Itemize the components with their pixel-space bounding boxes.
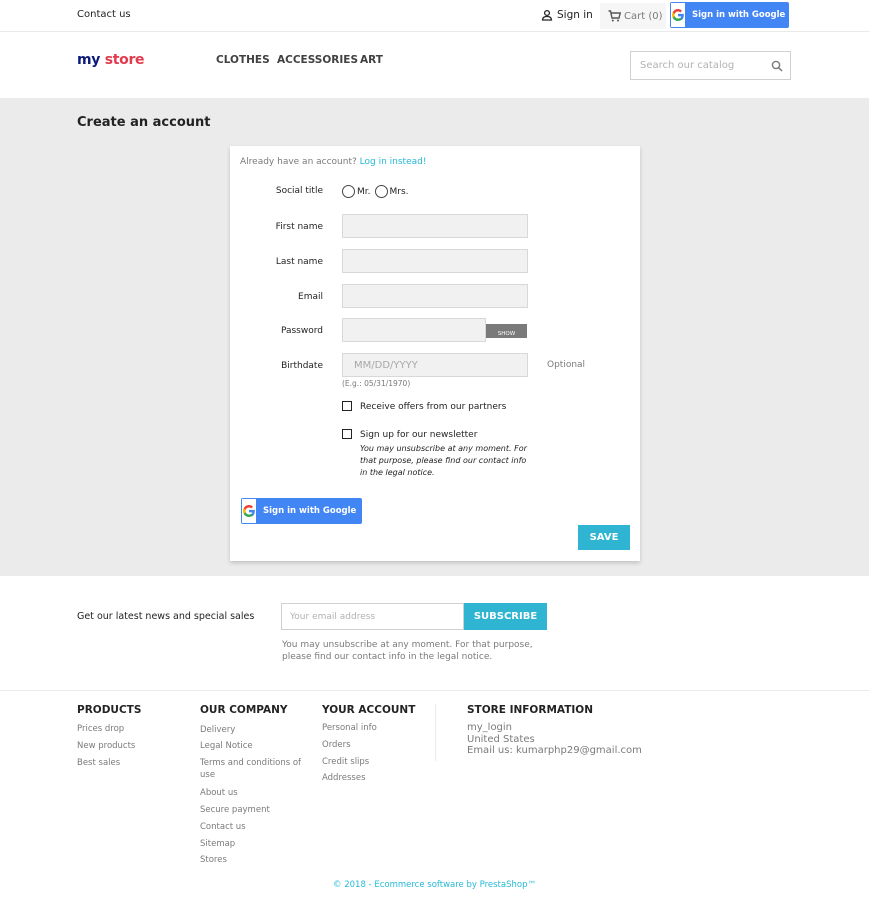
store-info-email: Email us: kumarphp29@gmail.com bbox=[467, 745, 642, 756]
google-signin-label: Sign in with Google bbox=[692, 10, 786, 20]
offers-label: Receive offers from our partners bbox=[360, 402, 507, 412]
cart-icon bbox=[608, 10, 621, 22]
footer-link-credit-slips[interactable]: Credit slips bbox=[322, 757, 369, 767]
footer-link-terms[interactable]: Terms and conditions of use bbox=[200, 758, 308, 781]
footer-link-secure-payment[interactable]: Secure payment bbox=[200, 805, 270, 815]
nav-clothes[interactable]: CLOTHES bbox=[216, 54, 270, 66]
radio-mrs[interactable] bbox=[374, 185, 388, 198]
cart-label: Cart (0) bbox=[624, 10, 663, 22]
footer-link-legal-notice[interactable]: Legal Notice bbox=[200, 741, 253, 751]
footer-link-contact-us[interactable]: Contact us bbox=[200, 822, 246, 832]
footer-link-new-products[interactable]: New products bbox=[77, 741, 135, 751]
nav-accessories[interactable]: ACCESSORIES bbox=[277, 54, 358, 66]
search-icon[interactable] bbox=[771, 60, 783, 72]
footer-link-stores[interactable]: Stores bbox=[200, 855, 227, 865]
footer-link-personal-info[interactable]: Personal info bbox=[322, 723, 377, 733]
birthdate-hint: (E.g.: 05/31/1970) bbox=[342, 379, 411, 388]
footer-account-heading: YOUR ACCOUNT bbox=[322, 704, 416, 716]
radio-mrs-label: Mrs. bbox=[389, 186, 409, 197]
last-name-input[interactable] bbox=[342, 249, 528, 273]
footer-store-heading: STORE INFORMATION bbox=[467, 704, 593, 716]
social-title-label: Social title bbox=[275, 186, 323, 196]
google-signin-button-top[interactable]: Sign in with Google bbox=[670, 2, 789, 28]
already-account-text: Already have an account? Log in instead! bbox=[240, 157, 426, 167]
newsletter-text: Get our latest news and special sales bbox=[77, 611, 255, 622]
footer-products-heading: PRODUCTS bbox=[77, 704, 142, 716]
login-instead-link[interactable]: Log in instead! bbox=[360, 157, 427, 167]
already-account-label: Already have an account? bbox=[240, 157, 360, 167]
footer-link-orders[interactable]: Orders bbox=[322, 740, 351, 750]
search-input[interactable] bbox=[631, 52, 766, 79]
copyright-link[interactable]: © 2018 - Ecommerce software by PrestaSho… bbox=[0, 880, 869, 890]
store-info: my_login United States Email us: kumarph… bbox=[467, 722, 642, 757]
footer-link-delivery[interactable]: Delivery bbox=[200, 725, 235, 735]
first-name-label: First name bbox=[275, 222, 323, 232]
email-label: Email bbox=[298, 292, 323, 302]
logo-text-store: store bbox=[104, 52, 145, 68]
store-info-name: my_login bbox=[467, 722, 513, 733]
show-password-button[interactable]: SHOW bbox=[486, 324, 527, 338]
sign-in-label: Sign in bbox=[557, 9, 593, 21]
store-logo[interactable]: my store bbox=[77, 52, 145, 68]
footer-link-about-us[interactable]: About us bbox=[200, 788, 238, 798]
birthdate-label: Birthdate bbox=[281, 361, 323, 371]
save-button[interactable]: SAVE bbox=[578, 525, 630, 550]
google-icon bbox=[242, 499, 256, 523]
google-icon bbox=[671, 3, 685, 27]
footer-link-best-sales[interactable]: Best sales bbox=[77, 758, 120, 768]
footer-column-divider bbox=[435, 704, 436, 761]
birthdate-input[interactable] bbox=[342, 353, 528, 377]
first-name-input[interactable] bbox=[342, 214, 528, 238]
password-input[interactable] bbox=[342, 318, 486, 342]
store-info-country: United States bbox=[467, 733, 535, 745]
offers-checkbox[interactable] bbox=[342, 401, 352, 411]
radio-mr-label: Mr. bbox=[357, 186, 371, 197]
newsletter-footer-note: You may unsubscribe at any moment. For t… bbox=[282, 640, 533, 662]
sign-in-link[interactable]: Sign in bbox=[541, 9, 593, 21]
footer-divider bbox=[0, 690, 869, 691]
password-label: Password bbox=[280, 326, 323, 336]
nav-art[interactable]: ART bbox=[360, 54, 383, 66]
footer-company-heading: OUR COMPANY bbox=[200, 704, 288, 716]
last-name-label: Last name bbox=[275, 257, 323, 267]
cart-link[interactable]: Cart (0) bbox=[600, 3, 666, 29]
logo-text-my: my bbox=[77, 52, 105, 68]
search-box bbox=[630, 51, 791, 80]
google-signin-label: Sign in with Google bbox=[263, 506, 357, 516]
footer-link-addresses[interactable]: Addresses bbox=[322, 773, 366, 783]
user-icon bbox=[541, 9, 553, 21]
footer-link-prices-drop[interactable]: Prices drop bbox=[77, 724, 124, 734]
footer-link-sitemap[interactable]: Sitemap bbox=[200, 839, 235, 849]
social-title-radios: Mr. Mrs. bbox=[342, 185, 409, 198]
google-signin-button-form[interactable]: Sign in with Google bbox=[241, 498, 362, 524]
newsletter-email-input[interactable] bbox=[281, 603, 464, 630]
contact-us-link[interactable]: Contact us bbox=[77, 9, 131, 20]
newsletter-checkbox[interactable] bbox=[342, 429, 352, 439]
radio-mr[interactable] bbox=[342, 185, 355, 198]
optional-label: Optional bbox=[547, 360, 586, 370]
newsletter-checkbox-label: Sign up for our newsletter bbox=[360, 430, 478, 440]
page-title: Create an account bbox=[77, 115, 211, 130]
subscribe-button[interactable]: SUBSCRIBE bbox=[464, 603, 547, 630]
newsletter-note: You may unsubscribe at any moment. For t… bbox=[360, 444, 527, 477]
email-input[interactable] bbox=[342, 284, 528, 308]
